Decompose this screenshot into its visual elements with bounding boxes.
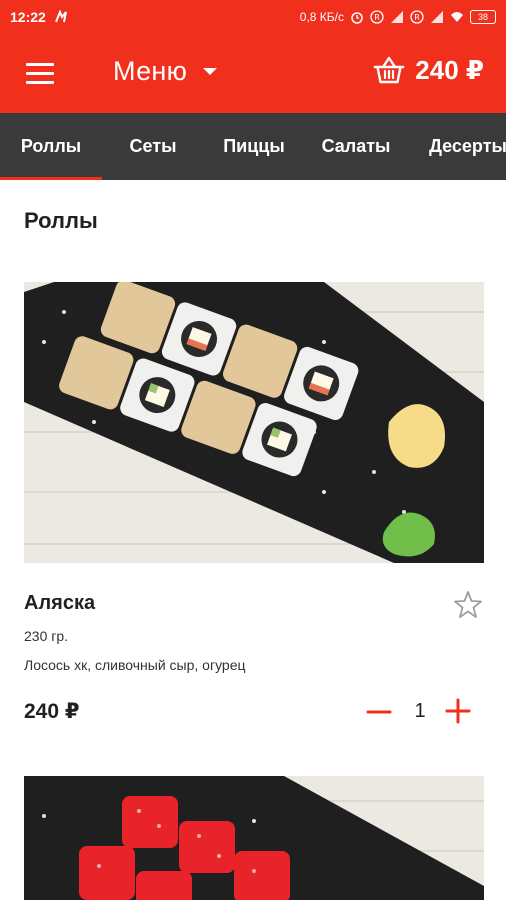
roaming-icon-2: R (410, 10, 424, 24)
tab-sets[interactable]: Сеты (102, 113, 204, 180)
svg-text:R: R (414, 13, 420, 22)
signal-icon (391, 11, 403, 23)
plus-icon[interactable] (445, 698, 471, 724)
status-time: 12:22 (10, 9, 46, 25)
product-weight: 230 гр. (24, 628, 69, 644)
star-outline-icon[interactable] (452, 589, 484, 621)
page-title: Меню (113, 56, 188, 86)
basket-icon (373, 56, 405, 84)
tab-rolls[interactable]: Роллы (0, 113, 102, 180)
quantity-value: 1 (414, 700, 426, 722)
notification-icon (54, 10, 67, 23)
hamburger-icon[interactable] (26, 63, 54, 85)
category-tabs: Роллы Сеты Пиццы Салаты Десерты (0, 113, 506, 180)
status-indicators: 0,8 КБ/с R R 38 (300, 10, 496, 24)
cart-button[interactable]: 240 ₽ (373, 54, 484, 86)
caret-down-icon (203, 68, 218, 75)
section-title: Роллы (24, 208, 98, 233)
menu-dropdown[interactable]: Меню (113, 56, 218, 87)
product-image[interactable] (24, 282, 484, 563)
roaming-icon: R (370, 10, 384, 24)
network-speed: 0,8 КБ/с (299, 10, 344, 24)
minus-icon[interactable] (366, 700, 392, 724)
product-name: Аляска (24, 592, 96, 614)
battery-indicator: 38 (470, 10, 496, 24)
cart-total: 240 ₽ (415, 54, 484, 85)
status-bar: 12:22 0,8 КБ/с R R 38 (0, 0, 506, 34)
tab-salads[interactable]: Салаты (304, 113, 408, 180)
product-description: Лосось хк, сливочный сыр, огурец (24, 657, 246, 673)
product-price: 240 ₽ (24, 700, 80, 723)
alarm-icon (351, 12, 363, 24)
wifi-icon (451, 12, 463, 22)
app-bar: Меню 240 ₽ (0, 34, 506, 113)
tab-desserts[interactable]: Десерты (408, 113, 506, 180)
tab-pizzas[interactable]: Пиццы (204, 113, 304, 180)
signal-icon-2 (431, 11, 443, 23)
svg-text:R: R (374, 13, 380, 22)
product-image-next[interactable] (24, 776, 484, 900)
